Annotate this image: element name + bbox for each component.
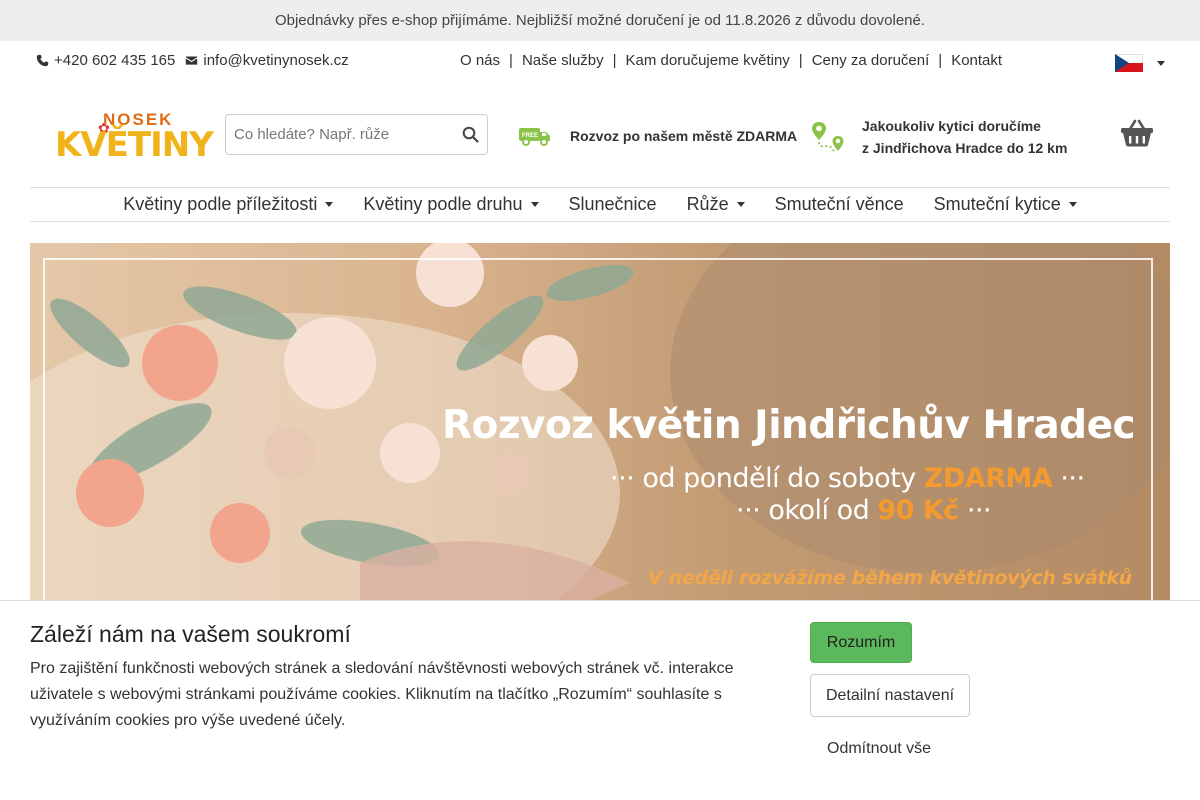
nav-item-funeral-bouquets[interactable]: Smuteční kytice — [934, 194, 1077, 215]
envelope-icon — [186, 56, 198, 65]
free-delivery-text: Rozvoz po našem městě ZDARMA — [570, 128, 798, 144]
free-delivery-benefit: FREE Rozvoz po našem městě ZDARMA — [518, 126, 797, 146]
contact-info: +420 602 435 165 info@kvetinynosek.cz — [36, 52, 349, 69]
nav-item-sunflowers[interactable]: Slunečnice — [569, 194, 657, 215]
delivery-range-line1: Jakoukoliv kytici doručíme — [862, 118, 1041, 134]
email-link[interactable]: info@kvetinynosek.cz — [185, 52, 349, 69]
chevron-down-icon — [325, 202, 334, 207]
email-address: info@kvetinynosek.cz — [203, 52, 349, 69]
announcement-text: Objednávky přes e-shop přijímáme. Nejbli… — [274, 12, 926, 29]
reject-cookies-button[interactable]: Odmítnout vše — [827, 740, 931, 758]
search-icon[interactable] — [462, 126, 479, 143]
banner-highlight: 90 Kč — [877, 495, 959, 526]
banner-text: ··· okolí od — [736, 495, 878, 526]
chevron-down-icon — [530, 202, 539, 207]
logo[interactable]: ✿ NOSEK KVĚTINY — [55, 110, 214, 165]
hero-banner[interactable]: Rozvoz květin Jindřichův Hradec ··· od p… — [30, 243, 1170, 600]
separator: | — [798, 52, 803, 69]
separator: | — [612, 52, 617, 69]
top-link-delivery-prices[interactable]: Ceny za doručení — [812, 52, 930, 69]
top-link-delivery-area[interactable]: Kam doručujeme květiny — [626, 52, 790, 69]
nav-label: Květiny podle druhu — [363, 194, 523, 214]
main-nav: Květiny podle příležitosti Květiny podle… — [30, 187, 1170, 222]
chevron-down-icon — [1068, 202, 1077, 207]
chevron-down-icon — [1157, 60, 1165, 66]
phone-link[interactable]: +420 602 435 165 — [36, 52, 175, 69]
nav-label: Květiny podle příležitosti — [123, 194, 318, 214]
cookie-text: Pro zajištění funkčnosti webových stráne… — [30, 660, 734, 729]
phone-icon — [36, 54, 49, 67]
accept-cookies-button[interactable]: Rozumím — [810, 622, 912, 663]
top-link-contact[interactable]: Kontakt — [951, 52, 1002, 69]
delivery-range-line2: z Jindřichova Hradce do 12 km — [862, 140, 1068, 156]
basket-icon[interactable] — [1120, 118, 1154, 148]
banner-line-sunday: V neděli rozvážíme během květinových svá… — [648, 567, 1132, 589]
nav-label: Smuteční věnce — [774, 194, 904, 214]
delivery-range-text: Jakoukoliv kytici doručíme z Jindřichova… — [862, 115, 1067, 159]
phone-number: +420 602 435 165 — [54, 52, 176, 69]
top-links: O nás | Naše služby | Kam doručujeme kvě… — [460, 52, 1002, 69]
banner-text: ··· — [958, 495, 992, 526]
separator: | — [509, 52, 513, 69]
search-input[interactable] — [226, 126, 451, 143]
logo-bottom-text: KVĚTINY — [55, 125, 214, 165]
nav-item-roses[interactable]: Růže — [687, 194, 745, 215]
language-selector[interactable] — [1115, 54, 1165, 72]
header: ✿ NOSEK KVĚTINY FREE Rozvoz po našem měs… — [0, 100, 1200, 172]
free-badge-text: FREE — [522, 133, 538, 139]
top-link-services[interactable]: Naše služby — [522, 52, 604, 69]
nav-label: Slunečnice — [568, 194, 657, 214]
banner-text: ··· od pondělí do soboty — [610, 463, 924, 494]
chevron-down-icon — [736, 202, 745, 207]
cookie-title: Záleží nám na vašem soukromí — [30, 621, 351, 647]
nav-item-type[interactable]: Květiny podle druhu — [363, 194, 539, 215]
separator: | — [938, 52, 943, 69]
banner-line-weekdays: ··· od pondělí do soboty ZDARMA ··· — [610, 463, 1085, 494]
top-link-about[interactable]: O nás — [460, 52, 500, 69]
nav-item-occasion[interactable]: Květiny podle příležitosti — [123, 194, 334, 215]
search-box — [225, 114, 488, 155]
nav-label: Růže — [686, 194, 729, 214]
czech-flag-icon — [1115, 54, 1143, 72]
delivery-range-benefit: Jakoukoliv kytici doručíme z Jindřichova… — [810, 115, 1067, 159]
banner-text: ··· — [1052, 463, 1085, 494]
banner-title: Rozvoz květin Jindřichův Hradec — [442, 403, 1136, 448]
banner-highlight: ZDARMA — [923, 463, 1053, 494]
nav-item-funeral-wreaths[interactable]: Smuteční věnce — [775, 194, 904, 215]
cookie-consent: Záleží nám na vašem soukromí Pro zajiště… — [0, 600, 1200, 800]
banner-line-surroundings: ··· okolí od 90 Kč ··· — [736, 495, 992, 526]
contact-bar: +420 602 435 165 info@kvetinynosek.cz O … — [0, 41, 1200, 83]
cookie-settings-button[interactable]: Detailní nastavení — [810, 674, 970, 717]
delivery-truck-icon: FREE — [519, 128, 550, 146]
nav-label: Smuteční kytice — [933, 194, 1061, 214]
announcement-bar: Objednávky přes e-shop přijímáme. Nejbli… — [0, 0, 1200, 41]
map-route-icon — [812, 122, 844, 152]
